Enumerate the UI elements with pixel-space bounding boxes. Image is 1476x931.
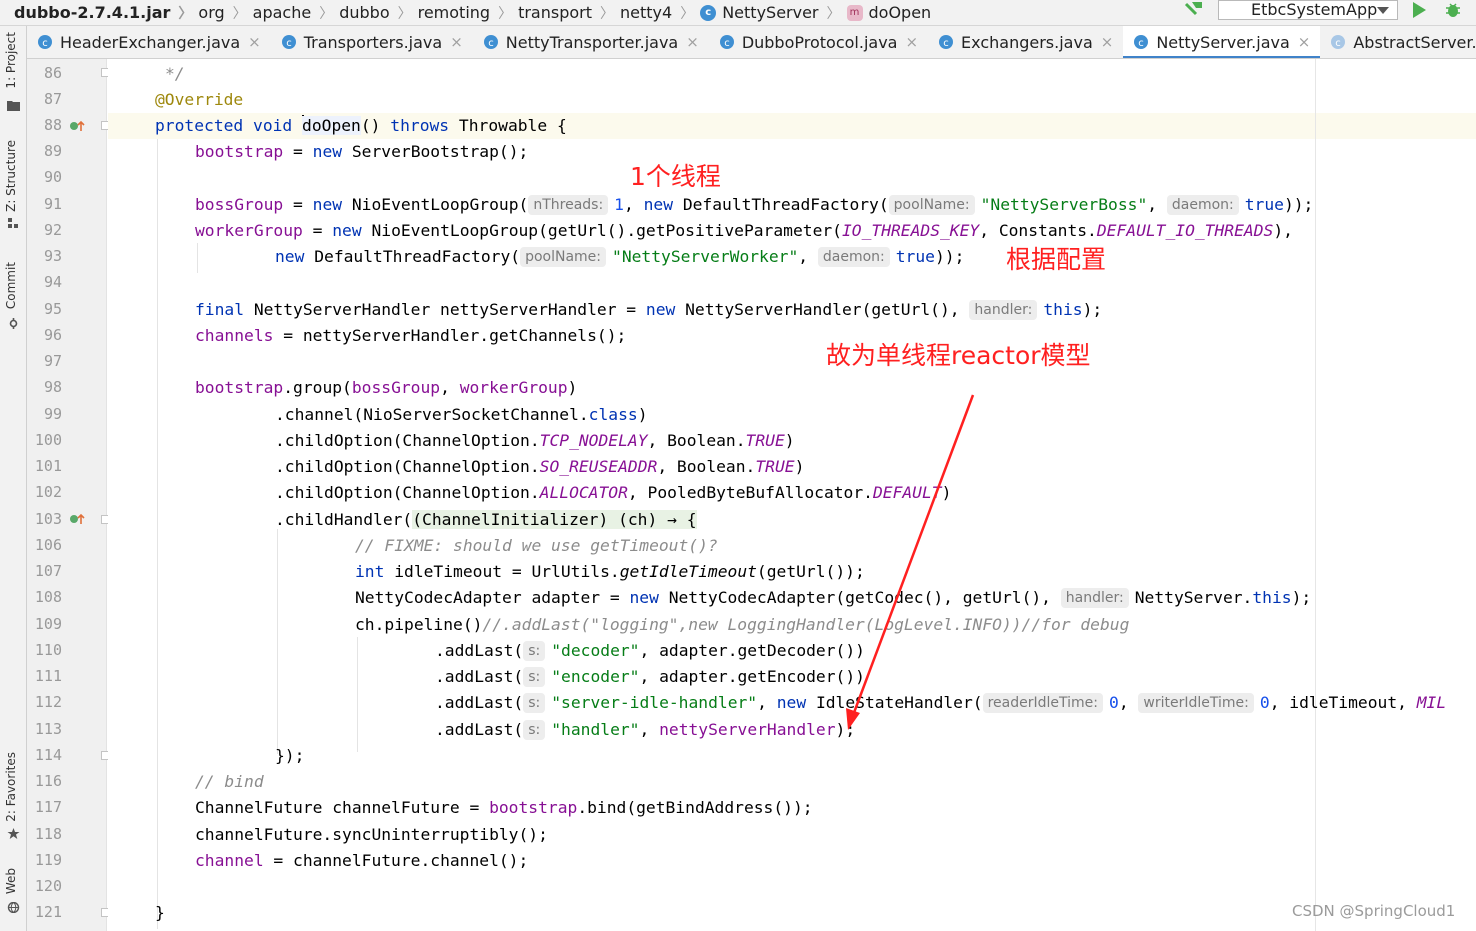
annotation-arrow xyxy=(846,394,975,730)
watermark: CSDN @SpringCloud1 xyxy=(1292,902,1456,920)
